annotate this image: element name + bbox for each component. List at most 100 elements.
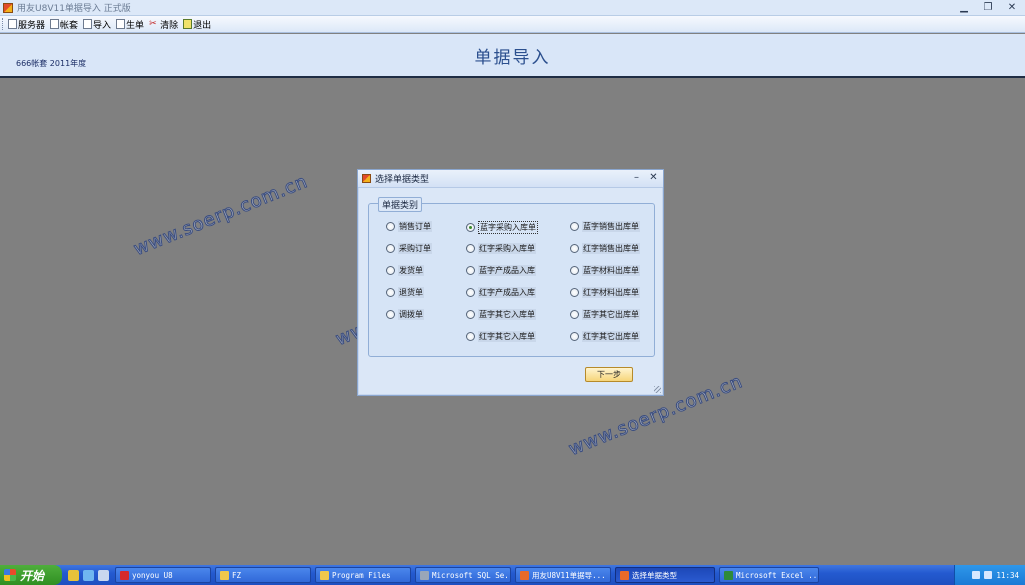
radio-label: 退货单 xyxy=(398,287,424,298)
radio-red-other-receipt[interactable]: 红字其它入库单 xyxy=(466,331,536,342)
task-label: Microsoft SQL Se... xyxy=(432,570,511,580)
generate-button[interactable]: 生单 xyxy=(116,18,144,31)
ie-icon[interactable] xyxy=(83,569,94,581)
window-controls: ▁ ❐ ✕ xyxy=(957,1,1019,14)
radio-label: 蓝字其它入库单 xyxy=(478,309,536,320)
radio-label: 发货单 xyxy=(398,265,424,276)
dialog-app-icon xyxy=(362,174,371,183)
radio-circle xyxy=(466,244,475,253)
account-button[interactable]: 帐套 xyxy=(50,18,78,31)
radio-blue-other-receipt[interactable]: 蓝字其它入库单 xyxy=(466,309,536,320)
task-program-files[interactable]: Program Files xyxy=(315,567,411,583)
radio-label: 红字材料出库单 xyxy=(582,287,640,298)
task-label: Microsoft Excel ... xyxy=(736,570,819,580)
import-label: 导入 xyxy=(93,20,112,31)
radio-purchase-order[interactable]: 采购订单 xyxy=(386,243,432,254)
radio-label: 销售订单 xyxy=(398,221,432,232)
radio-circle xyxy=(466,310,475,319)
radio-delivery-note[interactable]: 发货单 xyxy=(386,265,424,276)
radio-circle xyxy=(466,266,475,275)
radio-circle xyxy=(386,266,395,275)
clock[interactable]: 11:34 xyxy=(996,571,1019,580)
radio-blue-sales-outbound[interactable]: 蓝字销售出库单 xyxy=(570,221,640,232)
exit-button[interactable]: 退出 xyxy=(183,18,211,31)
account-book-icon xyxy=(50,19,60,29)
radio-label: 蓝字销售出库单 xyxy=(582,221,640,232)
dialog-close-button[interactable]: ✕ xyxy=(648,172,659,184)
clear-label: 清除 xyxy=(160,20,179,31)
window-title: 用友U8V11单据导入 正式版 xyxy=(17,4,131,14)
task-label: 选择单据类型 xyxy=(632,570,677,580)
radio-circle xyxy=(570,288,579,297)
radio-red-finished-goods-receipt[interactable]: 红字产成品入库 xyxy=(466,287,536,298)
radio-red-other-outbound[interactable]: 红字其它出库单 xyxy=(570,331,640,342)
task-select-type-dialog[interactable]: 选择单据类型 xyxy=(615,567,715,583)
server-button[interactable]: 服务器 xyxy=(8,18,45,31)
radio-blue-other-outbound[interactable]: 蓝字其它出库单 xyxy=(570,309,640,320)
radio-red-material-outbound[interactable]: 红字材料出库单 xyxy=(570,287,640,298)
clear-button[interactable]: ✂ 清除 xyxy=(149,18,178,31)
next-button[interactable]: 下一步 xyxy=(585,367,633,382)
radio-circle xyxy=(386,288,395,297)
restore-button[interactable]: ❐ xyxy=(981,1,995,14)
task-yonyou-u8[interactable]: yonyou U8 xyxy=(115,567,211,583)
task-label: FZ xyxy=(232,570,242,580)
radio-label: 采购订单 xyxy=(398,243,432,254)
task-fz-folder[interactable]: FZ xyxy=(215,567,311,583)
network-icon[interactable] xyxy=(972,571,981,579)
radio-red-sales-outbound[interactable]: 红字销售出库单 xyxy=(570,243,640,254)
server-label: 服务器 xyxy=(18,20,46,31)
quick-launch-icon[interactable] xyxy=(68,569,79,581)
sql-server-icon xyxy=(420,570,429,580)
task-sql-server[interactable]: Microsoft SQL Se... xyxy=(415,567,511,583)
app-icon xyxy=(520,570,529,580)
exit-label: 退出 xyxy=(193,20,212,31)
window-title-bar: 用友U8V11单据导入 正式版 ▁ ❐ ✕ xyxy=(0,0,1025,16)
show-desktop-icon[interactable] xyxy=(98,569,109,581)
radio-circle xyxy=(386,310,395,319)
radio-blue-material-outbound[interactable]: 蓝字材料出库单 xyxy=(570,265,640,276)
radio-circle-selected xyxy=(466,223,475,232)
radio-return-note[interactable]: 退货单 xyxy=(386,287,424,298)
server-icon xyxy=(8,19,17,29)
radio-blue-purchase-receipt[interactable]: 蓝字采购入库单 xyxy=(466,221,538,234)
dialog-title-bar[interactable]: 选择单据类型 – ✕ xyxy=(358,170,663,188)
minimize-button[interactable]: ▁ xyxy=(957,1,971,14)
folder-icon xyxy=(320,570,329,580)
radio-transfer-note[interactable]: 调拨单 xyxy=(386,309,424,320)
toolbar-grip[interactable] xyxy=(2,18,5,30)
generate-document-icon xyxy=(116,19,126,29)
radio-label: 蓝字产成品入库 xyxy=(478,265,536,276)
radio-label: 红字其它入库单 xyxy=(478,331,536,342)
excel-icon xyxy=(724,570,733,580)
start-label: 开始 xyxy=(20,568,45,583)
radio-blue-finished-goods-receipt[interactable]: 蓝字产成品入库 xyxy=(466,265,536,276)
volume-icon[interactable] xyxy=(984,571,993,579)
start-button[interactable]: 开始 xyxy=(0,565,62,585)
task-excel[interactable]: Microsoft Excel ... xyxy=(719,567,819,583)
radio-label: 蓝字材料出库单 xyxy=(582,265,640,276)
dialog-minimize-button[interactable]: – xyxy=(631,172,642,184)
task-label: Program Files xyxy=(332,570,391,580)
dialog-controls: – ✕ xyxy=(631,172,659,184)
exit-icon xyxy=(183,19,193,29)
import-button[interactable]: 导入 xyxy=(83,18,111,31)
radio-label: 蓝字其它出库单 xyxy=(582,309,640,320)
system-tray: 11:34 xyxy=(954,565,1025,585)
radio-sales-order[interactable]: 销售订单 xyxy=(386,221,432,232)
radio-circle xyxy=(386,244,395,253)
yonyou-icon xyxy=(120,570,129,580)
import-icon xyxy=(83,19,93,29)
account-label: 帐套 xyxy=(60,20,79,31)
task-u8-import[interactable]: 用友U8V11单据导... xyxy=(515,567,611,583)
document-category-group: 单据类别 销售订单 采购订单 发货单 退货单 调拨单 蓝字采购入库单 红字采购入… xyxy=(368,197,655,357)
windows-logo-icon xyxy=(4,569,16,581)
close-button[interactable]: ✕ xyxy=(1005,1,1019,14)
generate-label: 生单 xyxy=(126,20,145,31)
dialog-resize-grip[interactable] xyxy=(654,386,661,393)
radio-circle xyxy=(570,222,579,231)
radio-circle xyxy=(570,244,579,253)
radio-circle xyxy=(466,332,475,341)
page-title: 单据导入 xyxy=(474,48,551,68)
radio-red-purchase-receipt[interactable]: 红字采购入库单 xyxy=(466,243,536,254)
